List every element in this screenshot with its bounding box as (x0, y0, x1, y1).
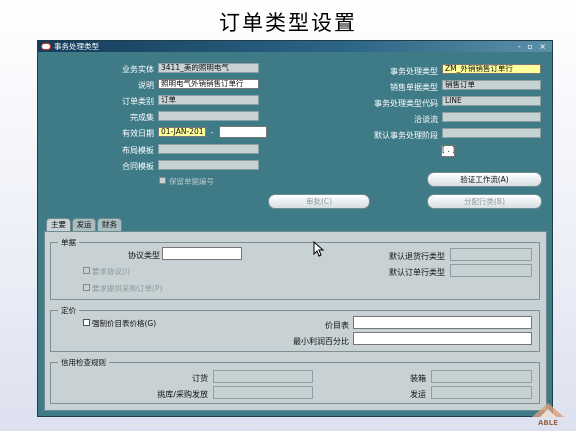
validate-workflow-button[interactable]: 验证工作流(A) (427, 172, 542, 187)
label-fulfillment-set: 完成集 (130, 113, 154, 122)
label-negotiation-flow: 洽谈流 (414, 115, 438, 124)
approve-button[interactable]: 审批(C) (268, 194, 370, 209)
label-transaction-type: 事务处理类型 (390, 67, 438, 76)
able-logo-icon: ABLE (532, 403, 564, 427)
label-transaction-type-code: 事务处理类型代码 (374, 99, 438, 108)
descriptive-flexfield[interactable]: [ . ] (441, 145, 455, 157)
picking-rule-field[interactable] (213, 386, 313, 399)
oracle-logo-icon (41, 43, 51, 50)
date-separator: - (210, 128, 214, 137)
label-picking-po-release: 挑库/采购发放 (157, 390, 208, 399)
pricing-group-title: 定价 (58, 305, 79, 316)
enforce-price-list-label: 强制价目表价格(G) (92, 319, 157, 328)
require-po-label: 要求提供采购订单(P) (92, 284, 163, 293)
label-effective-date: 有效日期 (122, 129, 154, 138)
label-description: 说明 (138, 81, 154, 90)
label-contract-template: 合同模板 (122, 162, 154, 171)
ordering-rule-field[interactable] (213, 370, 313, 383)
shipping-rule-field[interactable] (431, 386, 532, 399)
label-order-category: 订单类别 (122, 97, 154, 106)
label-layout-template: 布局模板 (122, 146, 154, 155)
label-min-margin: 最小利润百分比 (293, 337, 349, 346)
label-default-return-line-type: 默认退货行类型 (389, 252, 445, 261)
tab-shipping[interactable]: 发运 (72, 218, 96, 231)
label-price-list: 价目表 (325, 321, 349, 330)
packing-rule-field[interactable] (431, 370, 532, 383)
label-operating-unit: 业务实体 (122, 65, 154, 74)
fulfillment-set-field[interactable] (158, 111, 259, 121)
assign-line-types-button[interactable]: 分配行类(B) (427, 194, 542, 209)
label-sales-doc-type: 销售单据类型 (390, 83, 438, 92)
label-default-order-line-type: 默认订单行类型 (389, 268, 445, 277)
window-title: 事务处理类型 (54, 42, 99, 51)
label-ordering: 订货 (192, 374, 208, 383)
contract-template-field[interactable] (158, 160, 259, 170)
retain-doc-number-checkbox[interactable] (159, 177, 166, 184)
min-margin-field[interactable] (353, 332, 532, 345)
tab-main[interactable]: 主要 (46, 218, 71, 232)
label-shipping: 发运 (410, 390, 426, 399)
default-order-line-type-field[interactable] (450, 264, 532, 277)
negotiation-flow-field[interactable] (442, 112, 541, 122)
retain-doc-number-label: 保留单据编号 (169, 177, 214, 186)
mouse-pointer-icon (313, 241, 325, 257)
label-agreement-type: 协议类型 (128, 251, 160, 260)
layout-template-field[interactable] (158, 144, 259, 154)
require-agreement-checkbox[interactable] (83, 267, 90, 274)
tab-finance[interactable]: 财务 (97, 218, 122, 231)
window-titlebar: 事务处理类型 - ▫ × (38, 41, 552, 52)
price-list-field[interactable] (353, 316, 532, 329)
default-return-line-type-field[interactable] (450, 248, 532, 261)
agreement-type-field[interactable] (162, 247, 242, 260)
effective-date-from-field[interactable]: 01-JAN-201 (158, 127, 206, 137)
window-controls[interactable]: - ▫ × (518, 41, 548, 52)
label-default-transaction-phase: 默认事务处理阶段 (374, 131, 438, 140)
transaction-type-code-field[interactable]: LINE (442, 96, 541, 106)
sales-doc-type-field[interactable]: 销售订单 (442, 80, 541, 90)
slide-title: 订单类型设置 (219, 11, 357, 35)
enforce-price-list-checkbox[interactable] (83, 319, 90, 326)
credit-check-group-title: 信用检查规则 (58, 357, 109, 368)
document-group-title: 单据 (58, 237, 79, 248)
default-transaction-phase-field[interactable] (442, 128, 541, 138)
logo-text: ABLE (538, 419, 558, 427)
order-category-field[interactable]: 订单 (158, 95, 259, 105)
description-field[interactable]: 照明电气外销销售订单行 (158, 79, 259, 89)
require-po-checkbox[interactable] (83, 284, 90, 291)
transaction-type-field[interactable]: ZM_外销销售订单行 (442, 64, 541, 74)
effective-date-to-field[interactable] (219, 126, 267, 138)
require-agreement-label: 要求协议(I) (92, 267, 131, 276)
label-packing: 装箱 (410, 374, 426, 383)
operating-unit-field[interactable]: 3411_美的照明电气 (158, 63, 259, 73)
